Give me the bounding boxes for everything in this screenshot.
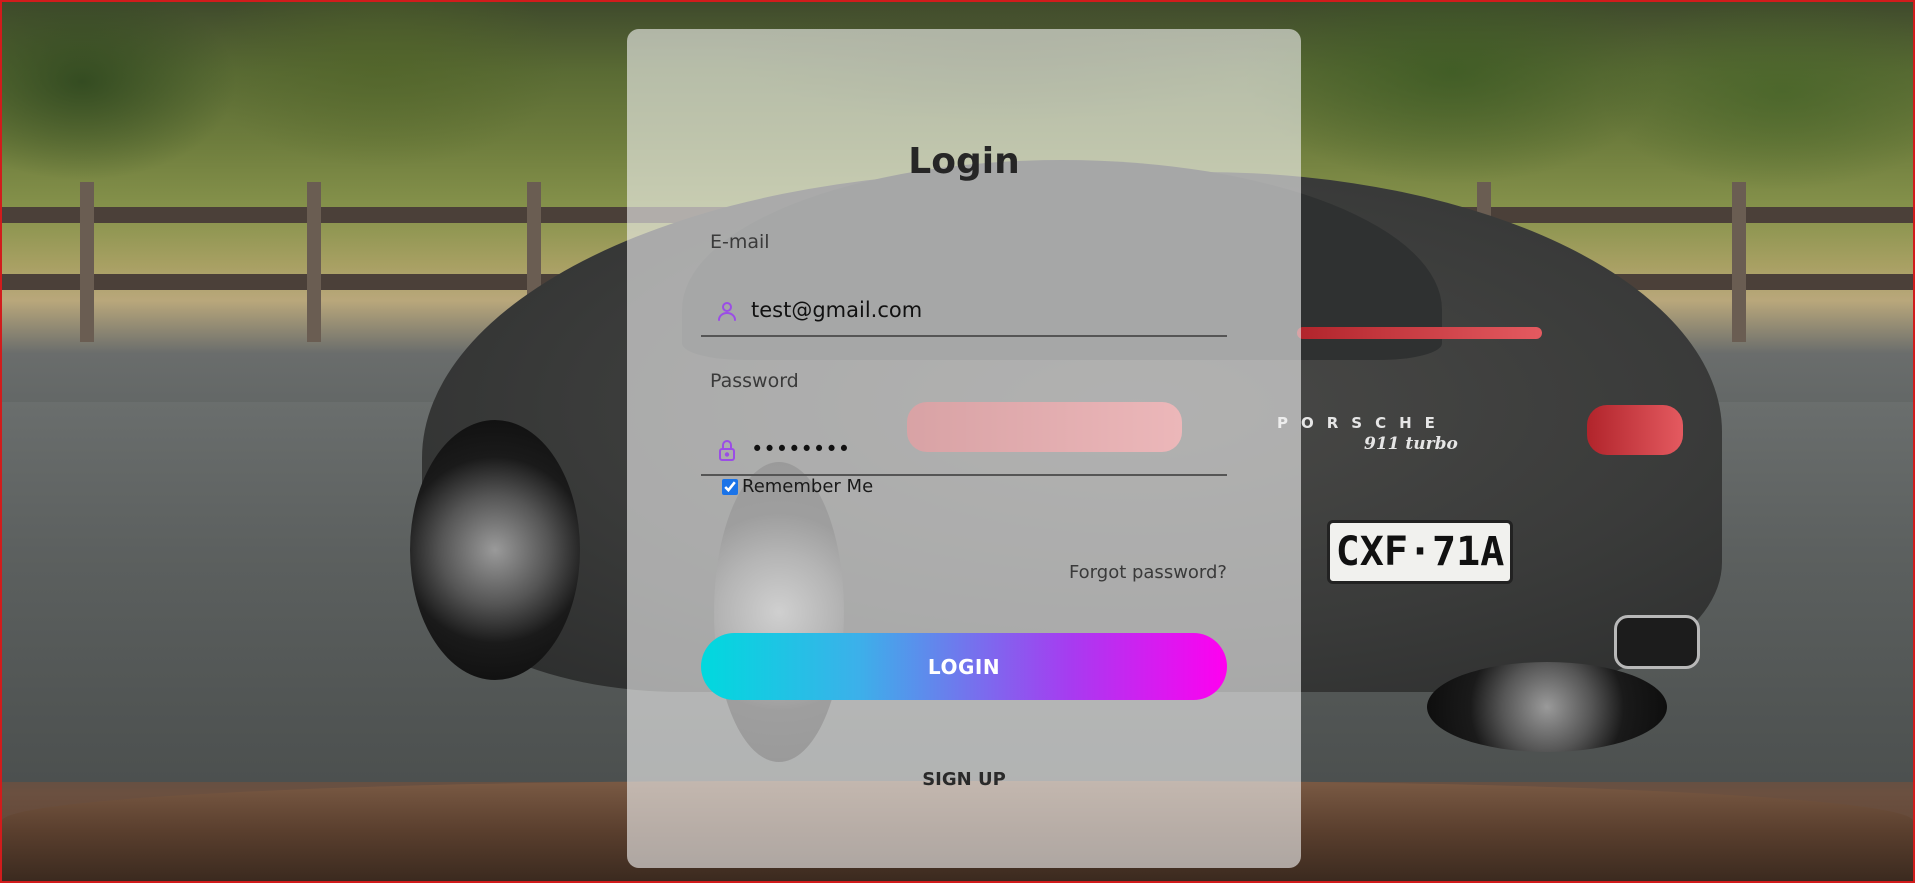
email-input[interactable] bbox=[751, 293, 1211, 327]
car-model-lettering: 911 turbo bbox=[1364, 434, 1458, 454]
user-icon bbox=[715, 299, 739, 323]
rear-light-bar bbox=[1297, 327, 1542, 339]
car-exhaust bbox=[1614, 615, 1700, 669]
password-input-row bbox=[701, 426, 1227, 476]
car-brand-lettering: PORSCHE bbox=[1277, 414, 1448, 432]
login-button[interactable]: LOGIN bbox=[701, 633, 1227, 700]
signup-link[interactable]: SIGN UP bbox=[627, 769, 1301, 790]
lock-icon bbox=[715, 438, 739, 462]
license-plate: CXF·71A bbox=[1327, 520, 1513, 584]
forgot-password-link[interactable]: Forgot password? bbox=[1069, 562, 1227, 583]
email-input-row bbox=[701, 287, 1227, 337]
fence-post bbox=[307, 182, 321, 342]
fence-post bbox=[80, 182, 94, 342]
taillight-right bbox=[1587, 405, 1683, 455]
remember-me-label: Remember Me bbox=[742, 476, 874, 497]
car-wheel-left bbox=[410, 420, 580, 680]
remember-me[interactable]: Remember Me bbox=[722, 476, 873, 497]
fence-post bbox=[1732, 182, 1746, 342]
remember-me-checkbox[interactable] bbox=[722, 478, 738, 495]
password-input[interactable] bbox=[751, 432, 1211, 466]
login-title: Login bbox=[908, 141, 1020, 182]
page: PORSCHE 911 turbo CXF·71A Login E-mail P… bbox=[0, 0, 1915, 883]
password-label: Password bbox=[710, 370, 799, 392]
car-wheel-right bbox=[1427, 662, 1667, 752]
login-card: Login E-mail Password bbox=[627, 29, 1301, 868]
email-label: E-mail bbox=[710, 231, 770, 253]
